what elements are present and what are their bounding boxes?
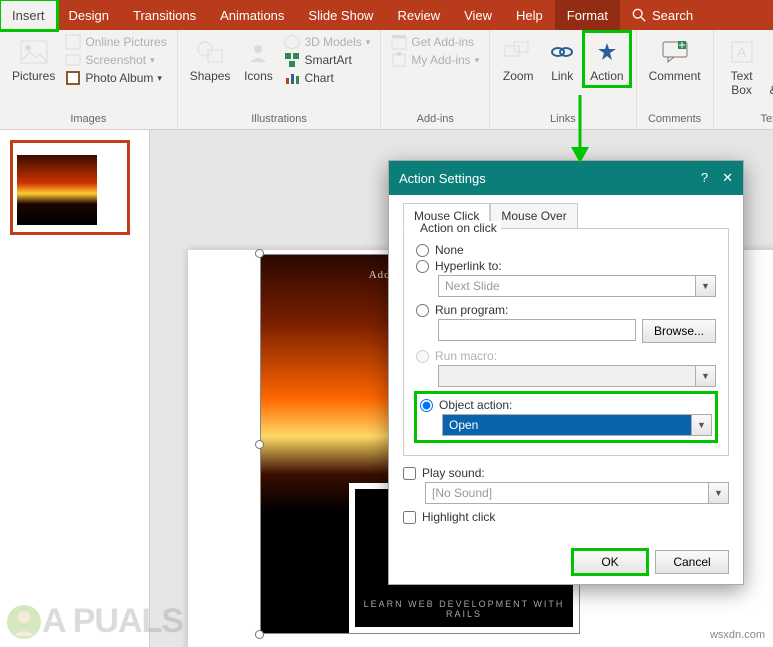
checkbox-play-sound[interactable] [403,467,416,480]
label-hyperlink: Hyperlink to: [435,259,502,273]
pictures-button[interactable]: Pictures [6,32,61,86]
input-run-program[interactable] [438,319,636,341]
online-pictures-icon [65,34,81,50]
photo-album-icon [65,70,81,86]
comment-icon [662,41,688,63]
photo-album-button[interactable]: Photo Album ▾ [65,70,166,86]
screenshot-button[interactable]: Screenshot ▾ [65,52,166,68]
addins-icon [391,52,407,68]
search-tab[interactable]: Search [620,0,705,30]
radio-run-macro [416,350,429,363]
dialog-titlebar[interactable]: Action Settings ? ✕ [389,161,743,195]
chart-button[interactable]: Chart [284,70,370,86]
get-addins-button[interactable]: Get Add-ins [391,34,479,50]
pictures-label: Pictures [12,70,55,84]
group-links-label: Links [496,111,629,129]
slide-thumbnail-panel [0,130,150,647]
selection-handle[interactable] [255,630,264,639]
tab-view[interactable]: View [452,0,504,30]
store-icon [391,34,407,50]
group-links: Zoom Link Action Links [490,30,636,129]
tab-slideshow[interactable]: Slide Show [296,0,385,30]
group-text-label: Text [720,111,773,129]
radio-none[interactable] [416,244,429,257]
smartart-button[interactable]: SmartArt [284,52,370,68]
radio-object-action[interactable] [420,399,433,412]
zoom-icon [504,41,532,63]
link-button[interactable]: Link [540,32,584,86]
cube-icon [284,34,300,50]
shapes-icon [196,40,224,64]
close-icon[interactable]: ✕ [722,170,733,186]
pictures-icon [20,40,48,64]
fieldset-legend: Action on click [416,221,501,235]
group-addins: Get Add-ins My Add-ins ▾ Add-ins [381,30,490,129]
ribbon-tab-row: Insert Design Transitions Animations Sli… [0,0,773,30]
group-illustrations: Shapes Icons 3D Models ▾ SmartArt Chart … [178,30,382,129]
label-play-sound: Play sound: [422,466,485,480]
screenshot-icon [65,52,81,68]
label-none: None [435,243,464,257]
icons-icon [246,40,270,64]
combo-hyperlink[interactable]: Next Slide▼ [438,275,716,297]
search-label: Search [652,8,693,23]
smartart-icon [284,52,300,68]
watermark-url: wsxdn.com [710,629,765,641]
combo-run-macro: ▼ [438,365,716,387]
online-pictures-button[interactable]: Online Pictures [65,34,166,50]
tab-transitions[interactable]: Transitions [121,0,208,30]
group-text: A Text Box Header & Footer Text [714,30,773,129]
label-run-macro: Run macro: [435,349,497,363]
tab-design[interactable]: Design [57,0,121,30]
checkbox-highlight-click[interactable] [403,511,416,524]
tab-insert[interactable]: Insert [0,0,57,30]
group-addins-label: Add-ins [387,111,483,129]
action-settings-dialog: Action Settings ? ✕ Mouse Click Mouse Ov… [388,160,744,585]
browse-button[interactable]: Browse... [642,319,716,343]
action-icon [595,41,619,63]
label-run-program: Run program: [435,303,508,317]
label-object-action: Object action: [439,398,512,412]
group-images: Pictures Online Pictures Screenshot ▾ Ph… [0,30,178,129]
radio-hyperlink[interactable] [416,260,429,273]
selection-handle[interactable] [255,249,264,258]
link-icon [550,42,574,62]
tab-help[interactable]: Help [504,0,555,30]
svg-text:A: A [737,44,747,60]
label-highlight-click: Highlight click [422,510,495,524]
picture-subtitle: LEARN WEB DEVELOPMENT WITH RAILS [355,599,573,619]
comment-button[interactable]: Comment [643,32,707,86]
radio-run-program[interactable] [416,304,429,317]
zoom-button[interactable]: Zoom [496,32,540,86]
group-comments: Comment Comments [637,30,714,129]
group-illustrations-label: Illustrations [184,111,375,129]
chart-icon [284,70,300,86]
textbox-icon: A [731,41,753,63]
ribbon: Pictures Online Pictures Screenshot ▾ Ph… [0,30,773,130]
slide-thumbnail-1[interactable] [10,140,130,235]
ok-button[interactable]: OK [573,550,647,574]
combo-sound[interactable]: [No Sound]▼ [425,482,729,504]
tab-review[interactable]: Review [385,0,452,30]
cancel-button[interactable]: Cancel [655,550,729,574]
textbox-button[interactable]: A Text Box [720,32,764,100]
my-addins-button[interactable]: My Add-ins ▾ [391,52,479,68]
group-images-label: Images [6,111,171,129]
tab-format[interactable]: Format [555,0,620,30]
search-icon [632,8,646,22]
dialog-title: Action Settings [399,171,486,186]
tab-animations[interactable]: Animations [208,0,296,30]
selection-handle[interactable] [255,440,264,449]
header-footer-button[interactable]: Header & Footer [764,32,773,100]
combo-object-action[interactable]: Open▼ [442,414,712,436]
3d-models-button[interactable]: 3D Models ▾ [284,34,370,50]
tab-mouse-over[interactable]: Mouse Over [490,203,577,229]
shapes-button[interactable]: Shapes [184,32,237,86]
watermark: A PUALS [6,602,183,641]
icons-button[interactable]: Icons [236,32,280,86]
help-icon[interactable]: ? [701,170,708,186]
action-button[interactable]: Action [584,32,629,86]
group-comments-label: Comments [643,111,707,129]
